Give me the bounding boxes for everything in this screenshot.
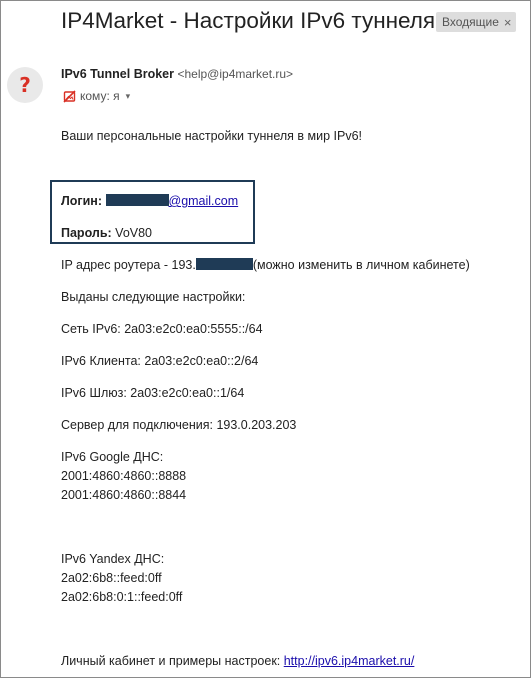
close-icon[interactable]: × xyxy=(504,15,512,30)
google-dns-secondary: 2001:4860:4860::8844 xyxy=(61,488,187,502)
label-badge-inbox[interactable]: Входящие × xyxy=(436,12,516,32)
login-label: Логин: xyxy=(61,194,103,208)
yandex-dns-title: IPv6 Yandex ДНС: xyxy=(61,552,165,566)
sender-avatar[interactable]: ? xyxy=(7,67,43,103)
issued-settings-text: Выданы следующие настройки: xyxy=(61,290,246,304)
ipv6-network-text: Сеть IPv6: 2a03:e2c0:ea0:5555::/64 xyxy=(61,322,263,336)
cabinet-text: Личный кабинет и примеры настроек: xyxy=(61,654,284,668)
login-email-link[interactable]: @gmail.com xyxy=(169,194,239,208)
redacted-login xyxy=(105,194,169,206)
redacted-router-ip xyxy=(195,258,253,270)
google-dns-primary: 2001:4860:4860::8888 xyxy=(61,469,187,483)
password-value: VoV80 xyxy=(115,226,153,240)
sender-name[interactable]: IPv6 Tunnel Broker xyxy=(61,67,174,81)
cabinet-link[interactable]: http://ipv6.ip4market.ru/ xyxy=(284,654,415,668)
ipv6-gateway-text: IPv6 Шлюз: 2a03:e2c0:ea0::1/64 xyxy=(61,386,245,400)
password-line: Пароль: VoV80 xyxy=(61,226,152,240)
chevron-down-icon[interactable]: ▾ xyxy=(126,91,131,102)
email-subject: IP4Market - Настройки IPv6 туннеля xyxy=(61,8,436,33)
google-dns-title: IPv6 Google ДНС: xyxy=(61,450,164,464)
yandex-dns-secondary: 2a02:6b8:0:1::feed:0ff xyxy=(61,590,183,604)
cabinet-line: Личный кабинет и примеры настроек: http:… xyxy=(61,654,414,668)
router-ip-line: IP адрес роутера - 193. (можно изменить в… xyxy=(61,258,470,272)
no-image-icon xyxy=(63,89,76,103)
intro-text: Ваши персональные настройки туннеля в ми… xyxy=(61,129,362,143)
sender-line: IPv6 Tunnel Broker <help@ip4market.ru> xyxy=(61,67,293,81)
router-ip-suffix: (можно изменить в личном кабинете) xyxy=(252,258,470,272)
sender-email: <help@ip4market.ru> xyxy=(177,67,294,81)
router-ip-prefix: IP адрес роутера - 193. xyxy=(61,258,196,272)
login-line: Логин: @gmail.com xyxy=(61,194,238,208)
label-badge-text: Входящие xyxy=(442,15,499,29)
ipv6-client-text: IPv6 Клиента: 2a03:e2c0:ea0::2/64 xyxy=(61,354,259,368)
password-label: Пароль: xyxy=(61,226,112,240)
recipient-text: кому: я xyxy=(80,89,120,103)
server-text: Сервер для подключения: 193.0.203.203 xyxy=(61,418,297,432)
yandex-dns-primary: 2a02:6b8::feed:0ff xyxy=(61,571,162,585)
recipient-line: кому: я ▾ xyxy=(63,89,130,103)
question-mark-icon: ? xyxy=(19,73,31,97)
